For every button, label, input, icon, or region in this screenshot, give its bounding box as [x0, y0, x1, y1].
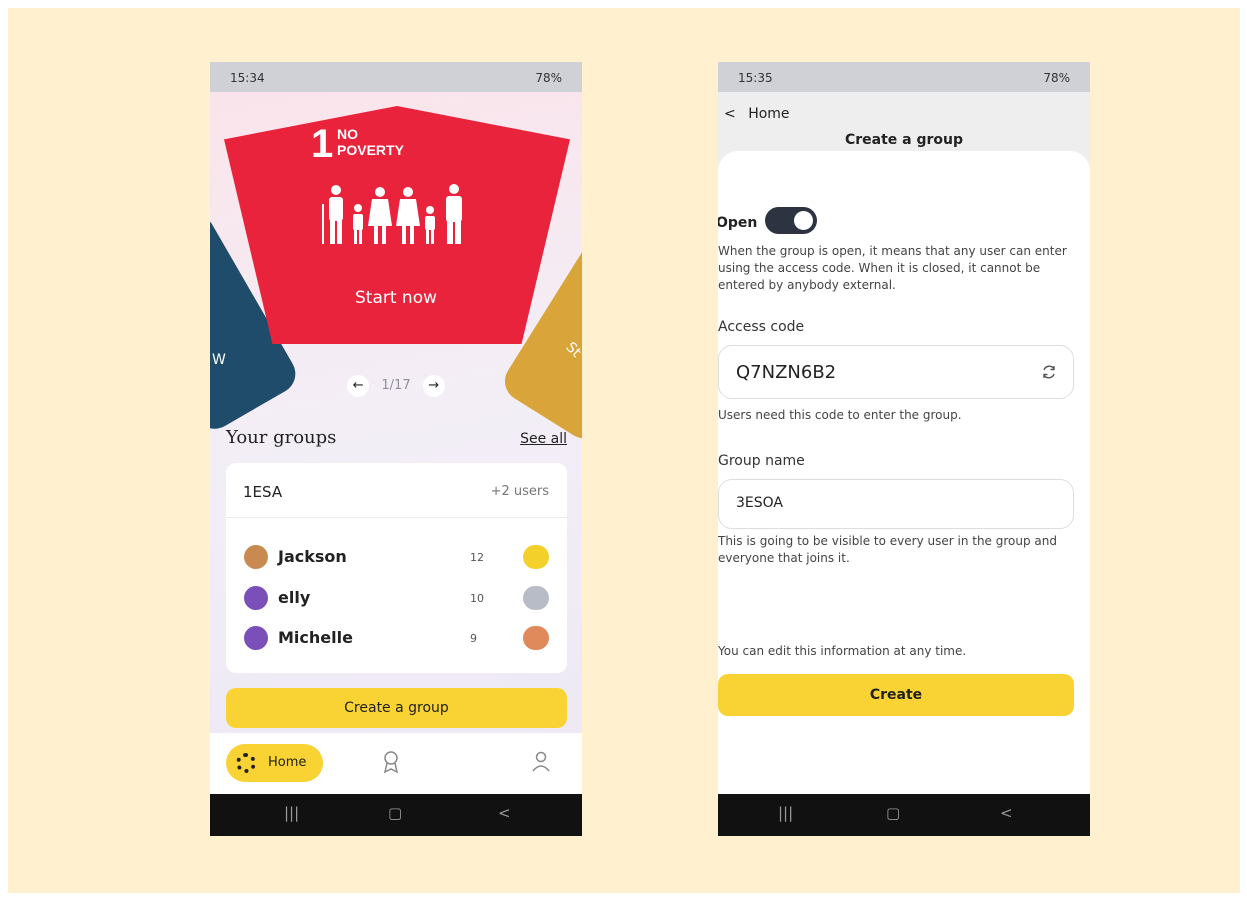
family-icon	[322, 184, 462, 244]
profile-icon[interactable]	[532, 751, 550, 773]
group-name-hint: This is going to be visible to every use…	[718, 534, 1057, 565]
back-button[interactable]: < Home	[724, 106, 790, 122]
award-icon[interactable]	[382, 750, 400, 774]
system-nav-bar: ||| ▢ <	[210, 794, 582, 836]
arrow-left-icon[interactable]: ←	[347, 375, 370, 397]
member-row: elly 10	[244, 584, 549, 614]
group-user-count: +2 users	[490, 484, 549, 499]
system-home-button[interactable]: ▢	[388, 804, 402, 822]
silver-medal-icon	[523, 586, 549, 610]
start-now-button[interactable]: Start now	[210, 288, 582, 308]
status-bar: 15:34 78%	[210, 62, 582, 92]
open-toggle[interactable]	[765, 207, 817, 234]
battery-level: 78%	[535, 71, 562, 85]
access-code-field[interactable]: Q7NZN6B2	[718, 345, 1074, 399]
see-all-link[interactable]: See all	[520, 431, 567, 447]
member-name: Michelle	[278, 628, 353, 647]
system-back-button[interactable]: <	[498, 804, 511, 822]
back-label: Home	[748, 106, 790, 122]
status-bar: 15:35 78%	[718, 62, 1090, 92]
arrow-right-icon[interactable]: →	[422, 375, 445, 397]
chevron-left-icon: <	[724, 106, 736, 122]
access-code-value: Q7NZN6B2	[736, 362, 837, 383]
member-score: 9	[470, 632, 477, 645]
member-row: Jackson 12	[244, 543, 549, 573]
group-name-input[interactable]: 3ESOA	[718, 479, 1074, 529]
recent-apps-button[interactable]: |||	[778, 804, 793, 822]
status-time: 15:35	[738, 71, 773, 85]
system-home-button[interactable]: ▢	[886, 804, 900, 822]
group-name-label: Group name	[718, 453, 805, 469]
create-group-button[interactable]: Create a group	[226, 688, 567, 728]
access-code-label: Access code	[718, 319, 805, 335]
home-icon	[236, 753, 256, 773]
sdg-card-previous-label: W	[212, 352, 226, 368]
toggle-knob	[794, 211, 813, 230]
page-title: Create a group	[844, 132, 964, 148]
group-name-value: 3ESOA	[736, 495, 783, 511]
edit-note: You can edit this information at any tim…	[718, 644, 967, 658]
tab-home[interactable]: Home	[226, 744, 323, 782]
gold-medal-icon	[523, 545, 549, 569]
system-nav-bar: ||| ▢ <	[718, 794, 1090, 836]
open-description: When the group is open, it means that an…	[718, 244, 1067, 292]
status-time: 15:34	[230, 71, 265, 85]
open-label: Open	[718, 215, 758, 231]
avatar	[244, 586, 268, 610]
avatar	[244, 545, 268, 569]
system-back-button[interactable]: <	[1000, 804, 1013, 822]
divider	[226, 517, 567, 518]
tab-home-label: Home	[268, 755, 307, 770]
member-name: Jackson	[278, 547, 347, 566]
battery-level: 78%	[1043, 71, 1070, 85]
member-score: 12	[470, 551, 484, 564]
member-row: Michelle 9	[244, 624, 549, 654]
form-sheet: Open When the group is open, it means th…	[718, 151, 1090, 811]
recent-apps-button[interactable]: |||	[284, 804, 299, 822]
your-groups-heading: Your groups	[226, 427, 337, 448]
sdg-pager: ← 1/17 →	[210, 375, 582, 397]
group-name: 1ESA	[243, 483, 283, 501]
create-group-screen: 15:35 78% < Home Create a group Open Whe…	[718, 62, 1090, 836]
sdg-title: NO POVERTY	[337, 126, 404, 158]
home-screen: 15:34 78% W St 1 NO POVERTY Start now ← …	[210, 62, 582, 836]
create-button[interactable]: Create	[718, 674, 1074, 716]
group-card[interactable]: 1ESA +2 users Jackson 12 elly 10 Michell…	[226, 463, 567, 673]
pager-count: 1/17	[381, 378, 411, 393]
member-score: 10	[470, 592, 484, 605]
member-name: elly	[278, 588, 311, 607]
refresh-icon[interactable]	[1041, 364, 1057, 380]
sdg-number: 1	[311, 122, 334, 166]
avatar	[244, 626, 268, 650]
bottom-tab-bar: Home	[210, 733, 582, 794]
access-code-hint: Users need this code to enter the group.	[718, 408, 962, 422]
bronze-medal-icon	[523, 626, 549, 650]
